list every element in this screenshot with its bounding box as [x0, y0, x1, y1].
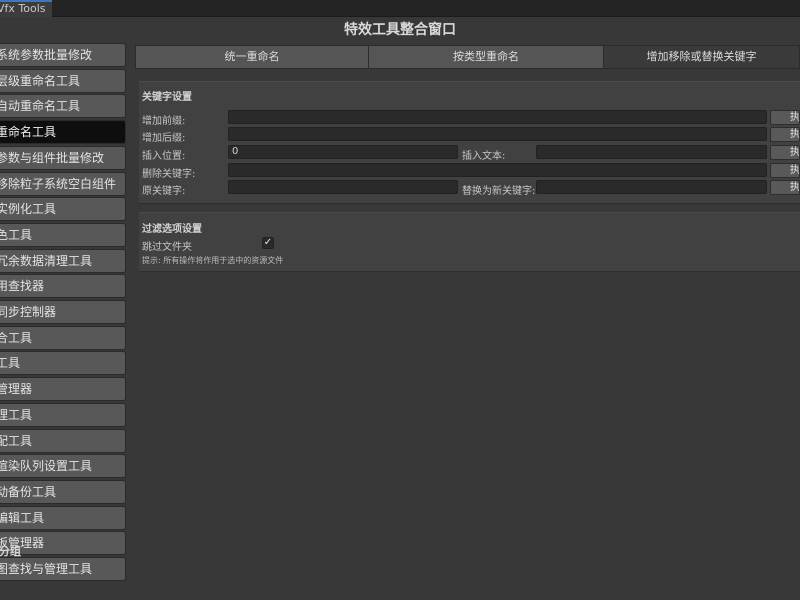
sidebar-item-label: 参数与组件批量修改 [0, 150, 105, 165]
original-keyword-field[interactable] [228, 180, 458, 194]
sidebar-item-label: 配工具 [0, 433, 33, 448]
checkmark-icon: ✓ [263, 237, 273, 248]
tab-unified-rename[interactable]: 统一重命名 [135, 45, 369, 69]
add-prefix-label: 增加前缀: [142, 116, 186, 127]
window-tab-strip: Vfx Tools [0, 0, 800, 17]
original-keyword-label: 原关键字: [142, 186, 186, 197]
sidebar-item[interactable]: 用查找器 [0, 274, 126, 299]
sidebar-item-label: 系统参数批量修改 [0, 48, 93, 62]
add-suffix-label: 增加后缀: [142, 133, 186, 144]
sidebar-item-label: 合工具 [0, 330, 33, 345]
sidebar-item-label: 编辑工具 [0, 510, 45, 525]
sidebar-item[interactable]: 工具 [0, 351, 126, 376]
skip-folder-label: 跳过文件夹 [142, 242, 192, 253]
keyword-section-title: 关键字设置 [142, 92, 192, 103]
sidebar-item[interactable]: 动备份工具 [0, 479, 126, 504]
sidebar-item[interactable]: 冗余数据清理工具 [0, 248, 126, 273]
rename-tabs: 统一重命名 按类型重命名 增加移除或替换关键字 [135, 45, 800, 69]
sidebar-item[interactable]: 层级重命名工具 [0, 68, 126, 93]
window-tab[interactable]: Vfx Tools [0, 0, 52, 17]
sidebar-item-label: 同步控制器 [0, 305, 57, 319]
sidebar-item-label: 渲染队列设置工具 [0, 459, 93, 474]
sidebar-item-label: 用查找器 [0, 279, 45, 294]
add-suffix-exec-button[interactable]: 执行 [770, 127, 800, 142]
sidebar-item-label: 冗余数据清理工具 [0, 253, 93, 268]
insert-position-field[interactable]: 0 [228, 145, 458, 159]
sidebar-item-label: 色工具 [0, 227, 33, 242]
sidebar-item-label: 移除粒子系统空白组件 [0, 176, 117, 191]
sidebar-item-label: 实例化工具 [0, 202, 57, 217]
sidebar-item[interactable]: 色工具 [0, 222, 126, 247]
new-keyword-field[interactable] [536, 180, 767, 194]
sidebar-item[interactable]: 配工具 [0, 428, 126, 453]
sidebar: 系统参数批量修改 层级重命名工具 自动重命名工具 重命名工具参数与组件批量修改 移除粒子… [0, 43, 127, 600]
sidebar-item-label: 图查找与管理工具 [0, 562, 93, 576]
sidebar-item[interactable]: 管理器 [0, 377, 126, 402]
sidebar-item[interactable]: 图查找与管理工具 [0, 557, 126, 581]
window-tab-label: Vfx Tools [0, 2, 46, 15]
sidebar-item[interactable]: 重命名工具 [0, 120, 126, 145]
add-suffix-field[interactable] [228, 127, 767, 141]
sidebar-item-label: 管理器 [0, 382, 33, 397]
sidebar-item[interactable]: 参数与组件批量修改 [0, 145, 126, 170]
sidebar-item[interactable]: 理工具 [0, 402, 126, 427]
insert-exec-button[interactable]: 执行 [770, 145, 800, 160]
sidebar-item[interactable]: 同步控制器 [0, 300, 126, 324]
window-title: 特效工具整合窗口 [344, 22, 456, 38]
remove-keyword-field[interactable] [228, 163, 767, 177]
skip-folder-checkbox[interactable]: ✓ [262, 237, 274, 249]
hint-text: 提示: 所有操作将作用于选中的资源文件 [142, 256, 284, 265]
sidebar-item[interactable]: 系统参数批量修改 [0, 43, 126, 67]
sidebar-item[interactable]: 渲染队列设置工具 [0, 454, 126, 479]
insert-text-field[interactable] [536, 145, 767, 159]
sidebar-item[interactable]: 自动重命名工具 [0, 94, 126, 119]
sidebar-item[interactable]: 移除粒子系统空白组件 [0, 171, 126, 196]
remove-keyword-label: 删除关键字: [142, 169, 196, 180]
sidebar-item[interactable]: 编辑工具 [0, 505, 126, 530]
sidebar-item-label: 层级重命名工具 [0, 73, 81, 88]
sidebar-item-label: 工具 [0, 356, 21, 371]
sidebar-item-label: 理工具 [0, 407, 33, 422]
add-prefix-exec-button[interactable]: 执行 [770, 110, 800, 125]
sidebar-item[interactable]: 合工具 [0, 325, 126, 350]
new-keyword-label: 替换为新关键字: [462, 186, 536, 197]
sidebar-item-label: 重命名工具 [0, 125, 57, 140]
group-label: 分组 [0, 545, 21, 558]
tab-keyword-edit[interactable]: 增加移除或替换关键字 [603, 45, 800, 69]
insert-text-label: 插入文本: [462, 151, 506, 162]
remove-keyword-exec-button[interactable]: 执行 [770, 163, 800, 178]
sidebar-item-label: 动备份工具 [0, 484, 57, 499]
replace-keyword-exec-button[interactable]: 执行 [770, 180, 800, 195]
filter-section-title: 过滤选项设置 [142, 224, 202, 235]
add-prefix-field[interactable] [228, 110, 767, 124]
sidebar-item[interactable]: 实例化工具 [0, 197, 126, 222]
insert-position-label: 插入位置: [142, 151, 186, 162]
sidebar-item-label: 自动重命名工具 [0, 99, 81, 114]
tab-rename-by-type[interactable]: 按类型重命名 [368, 45, 604, 69]
